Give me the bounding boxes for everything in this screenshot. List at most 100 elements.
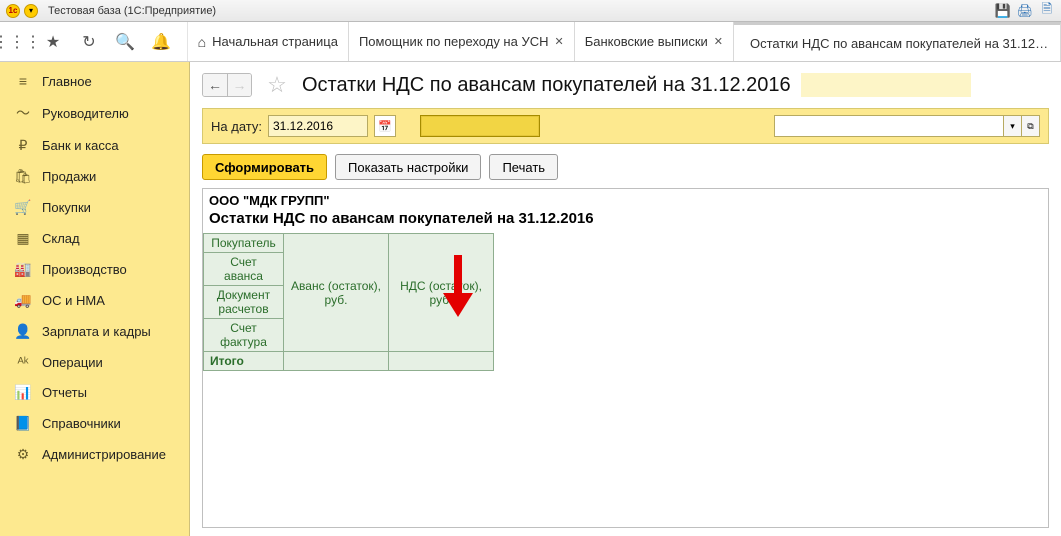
sidebar-item-label: Банк и касса [42, 138, 119, 153]
tab-vat-balances[interactable]: Остатки НДС по авансам покупателей на 31… [734, 22, 1061, 61]
grid-icon: ▦ [14, 230, 32, 247]
sidebar-item-purchases[interactable]: 🛒 Покупки [0, 192, 189, 223]
forward-button[interactable]: → [227, 74, 251, 96]
row-header: Документ расчетов [204, 286, 284, 319]
sidebar-item-operations[interactable]: ᴬᵏ Операции [0, 347, 189, 377]
sidebar-item-directories[interactable]: 📘 Справочники [0, 408, 189, 439]
report-company: ООО "МДК ГРУПП" [203, 189, 1048, 208]
calendar-button[interactable]: 📅 [374, 115, 396, 137]
total-row: Итого [204, 352, 494, 371]
sidebar-item-sales[interactable]: 🛍Продажи [0, 161, 189, 192]
tab-bar: ⌂ Начальная страница Помощник по переход… [188, 22, 1061, 61]
report-table: Покупатель Аванс (остаток), руб. НДС (ос… [203, 233, 494, 371]
sidebar-item-warehouse[interactable]: ▦ Склад [0, 223, 189, 254]
book-icon: 📘 [14, 415, 32, 432]
row-header: Счет аванса [204, 253, 284, 286]
sidebar-item-label: Склад [42, 231, 80, 246]
nav-buttons: ← → [202, 73, 252, 97]
truck-icon: 🚚 [14, 292, 32, 309]
favorite-button[interactable]: ☆ [264, 72, 290, 98]
sidebar-item-main[interactable]: ≡ Главное [0, 66, 189, 96]
sidebar-item-admin[interactable]: ⚙ Администрирование [0, 439, 189, 470]
gear-icon: ⚙ [14, 446, 32, 463]
bag-icon: 🛍 [14, 168, 32, 185]
factory-icon: 🏭 [14, 261, 32, 278]
total-cell [389, 352, 494, 371]
tab-home[interactable]: ⌂ Начальная страница [188, 22, 349, 61]
col-header: НДС (остаток), руб. [389, 234, 494, 352]
back-button[interactable]: ← [203, 74, 227, 96]
print-button[interactable]: Печать [489, 154, 558, 180]
report-area: ООО "МДК ГРУПП" Остатки НДС по авансам п… [202, 188, 1049, 528]
toolbar-left: ⋮⋮⋮ ★ ↻ 🔍 🔔 [0, 22, 188, 61]
org-combo-input[interactable] [774, 115, 1004, 137]
tab-label: Банковские выписки [585, 34, 708, 49]
top-toolbar: ⋮⋮⋮ ★ ↻ 🔍 🔔 ⌂ Начальная страница Помощни… [0, 22, 1061, 62]
sidebar-item-label: Отчеты [42, 385, 87, 400]
document-icon[interactable]: 🗎 [1039, 3, 1055, 19]
close-icon[interactable]: ✕ [714, 35, 723, 48]
apps-icon[interactable]: ⋮⋮⋮ [6, 31, 28, 53]
close-icon[interactable]: ✕ [555, 35, 564, 48]
sidebar-item-label: Операции [42, 355, 103, 370]
page-header: ← → ☆ Остатки НДС по авансам покупателей… [190, 62, 1061, 106]
page-title: Остатки НДС по авансам покупателей на 31… [302, 74, 791, 97]
favorite-icon[interactable]: ★ [42, 31, 64, 53]
sidebar-item-label: Зарплата и кадры [42, 324, 151, 339]
combo-dropdown-button[interactable]: ▾ [1004, 115, 1022, 137]
main-area: ≡Главное 〜Руководителю ₽Банк и касса 🛍Пр… [0, 62, 1061, 536]
tab-label: Остатки НДС по авансам покупателей на 31… [750, 36, 1050, 51]
row-header: Покупатель [204, 234, 284, 253]
app-logo-icon: 1c [6, 4, 20, 18]
row-header: Счет фактура [204, 319, 284, 352]
home-icon: ⌂ [198, 34, 206, 50]
sidebar-item-label: Покупки [42, 200, 91, 215]
org-combo: ▾ ⧉ [774, 115, 1040, 137]
app-menu-icon[interactable]: ▾ [24, 4, 38, 18]
highlighted-field[interactable] [420, 115, 540, 137]
sidebar-item-label: Главное [42, 74, 92, 89]
filter-bar: На дату: 📅 ▾ ⧉ [202, 108, 1049, 144]
sidebar-item-production[interactable]: 🏭 Производство [0, 254, 189, 285]
bar-chart-icon: 📊 [14, 384, 32, 401]
save-icon[interactable]: 💾 [995, 3, 1011, 19]
total-label: Итого [204, 352, 284, 371]
search-icon[interactable]: 🔍 [114, 31, 136, 53]
total-cell [284, 352, 389, 371]
action-bar: Сформировать Показать настройки Печать [190, 146, 1061, 186]
run-button[interactable]: Сформировать [202, 154, 327, 180]
bell-icon[interactable]: 🔔 [150, 31, 172, 53]
sidebar-item-hr[interactable]: 👤 Зарплата и кадры [0, 316, 189, 347]
window-title: Тестовая база (1С:Предприятие) [48, 5, 216, 17]
sidebar-item-label: Руководителю [42, 106, 129, 121]
col-header: Аванс (остаток), руб. [284, 234, 389, 352]
print-icon[interactable]: 🖨 [1017, 3, 1033, 19]
report-title: Остатки НДС по авансам покупателей на 31… [203, 208, 1048, 233]
titlebar-left: 1c ▾ Тестовая база (1С:Предприятие) [6, 4, 216, 18]
date-input[interactable] [268, 115, 368, 137]
sidebar-item-label: Администрирование [42, 447, 166, 462]
dk-icon: ᴬᵏ [14, 354, 32, 370]
sidebar-item-label: Производство [42, 262, 127, 277]
tab-label: Начальная страница [212, 34, 338, 49]
content: ← → ☆ Остатки НДС по авансам покупателей… [190, 62, 1061, 536]
title-extra-field[interactable] [801, 73, 971, 97]
sidebar-item-manager[interactable]: 〜Руководителю [0, 96, 189, 130]
menu-icon: ≡ [14, 73, 32, 89]
sidebar-item-reports[interactable]: 📊 Отчеты [0, 377, 189, 408]
date-label: На дату: [211, 119, 262, 134]
sidebar-item-bank[interactable]: ₽ Банк и касса [0, 130, 189, 161]
sidebar-item-assets[interactable]: 🚚 ОС и НМА [0, 285, 189, 316]
ruble-icon: ₽ [14, 137, 32, 154]
combo-open-button[interactable]: ⧉ [1022, 115, 1040, 137]
person-icon: 👤 [14, 323, 32, 340]
window-titlebar: 1c ▾ Тестовая база (1С:Предприятие) 💾 🖨 … [0, 0, 1061, 22]
history-icon[interactable]: ↻ [78, 31, 100, 53]
tab-bank[interactable]: Банковские выписки ✕ [575, 22, 734, 61]
show-settings-button[interactable]: Показать настройки [335, 154, 481, 180]
sidebar-item-label: Справочники [42, 416, 121, 431]
cart-icon: 🛒 [14, 199, 32, 216]
tab-label: Помощник по переходу на УСН [359, 34, 549, 49]
tab-usn[interactable]: Помощник по переходу на УСН ✕ [349, 22, 575, 61]
sidebar-item-label: ОС и НМА [42, 293, 105, 308]
